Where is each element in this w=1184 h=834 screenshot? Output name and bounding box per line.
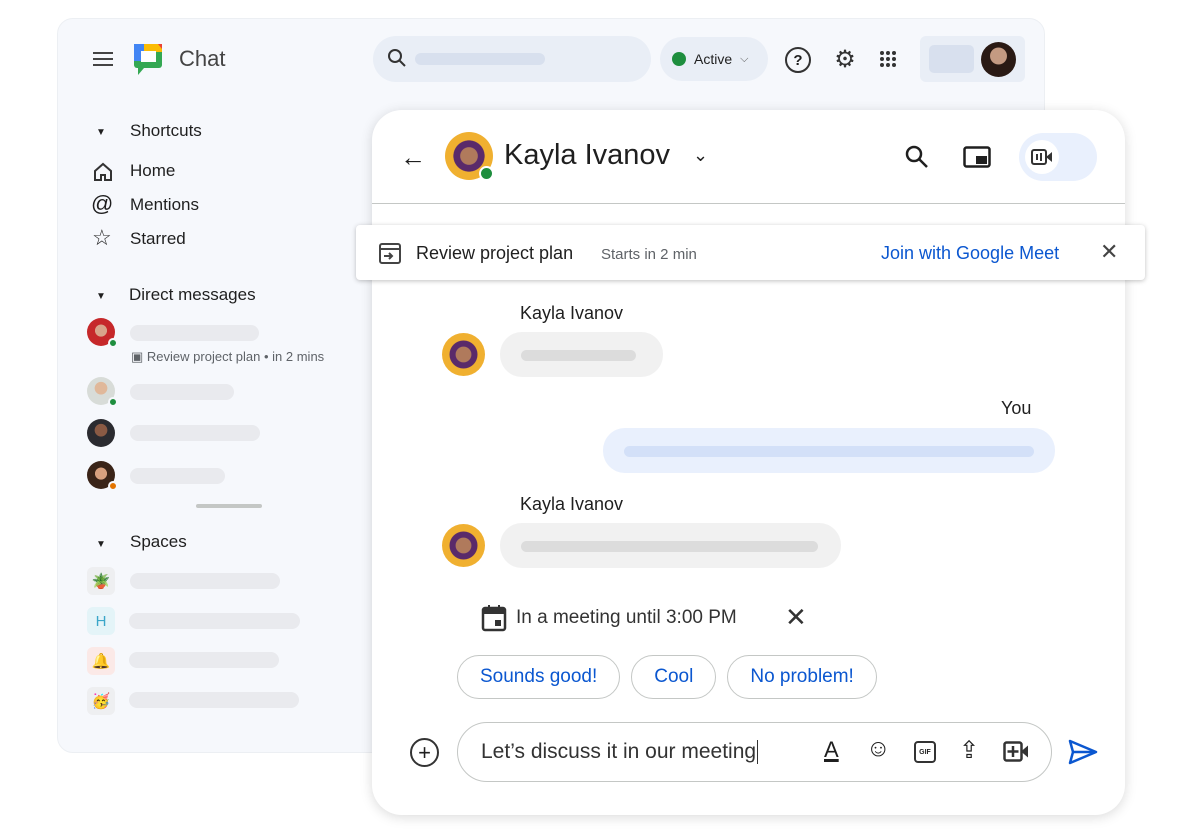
chevron-down-icon[interactable]: ⌄ — [693, 145, 708, 166]
header-divider — [372, 203, 1125, 204]
caret-down-icon[interactable]: ▼ — [96, 127, 106, 138]
space-icon[interactable]: 🥳 — [87, 687, 115, 715]
account-area[interactable] — [920, 36, 1025, 82]
avatar — [442, 524, 485, 567]
resize-handle[interactable] — [196, 504, 262, 508]
dm-meeting-preview: ▣ Review project plan • in 2 mins — [131, 349, 325, 364]
at-icon: @ — [91, 191, 114, 216]
avatar — [442, 333, 485, 376]
chat-logo-icon — [134, 44, 164, 81]
banner-subtitle: Starts in 2 min — [601, 246, 697, 263]
dm-meeting-time: in 2 mins — [272, 349, 325, 364]
message-sender: You — [1001, 398, 1032, 418]
video-call-icon — [1025, 140, 1059, 174]
space-name-placeholder — [129, 613, 300, 629]
menu-icon[interactable] — [90, 47, 116, 71]
add-plus-icon[interactable]: + — [410, 738, 439, 767]
app-title: Chat — [179, 46, 226, 71]
close-icon[interactable]: ✕ — [1100, 239, 1118, 265]
close-icon[interactable]: ✕ — [785, 602, 807, 633]
emoji-icon[interactable]: ☺ — [866, 735, 891, 763]
space-icon[interactable]: H — [87, 607, 115, 635]
online-badge — [108, 397, 118, 407]
sidebar-item-label: Mentions — [130, 195, 199, 214]
space-name-placeholder — [130, 573, 280, 589]
dm-meeting-title: Review project plan — [146, 349, 261, 364]
dm-name-placeholder — [130, 384, 234, 400]
meeting-banner: Review project plan Starts in 2 min Join… — [356, 225, 1145, 280]
calendar-icon — [481, 604, 507, 637]
message-placeholder — [521, 350, 636, 361]
sidebar-item-label: Home — [130, 161, 176, 180]
chevron-down-icon: ⌵ — [740, 52, 749, 65]
dm-item[interactable] — [87, 318, 118, 348]
calendar-join-icon — [378, 241, 402, 270]
dm-item[interactable] — [87, 419, 115, 447]
star-icon: ☆ — [92, 225, 112, 250]
send-icon[interactable] — [1068, 739, 1098, 770]
dm-item[interactable] — [87, 461, 118, 491]
help-icon[interactable]: ? — [785, 47, 811, 73]
message-sender: Kayla Ivanov — [520, 494, 624, 514]
settings-gear-icon[interactable]: ⚙ — [832, 45, 858, 73]
message-bubble — [500, 332, 663, 377]
smart-reply-chip[interactable]: Sounds good! — [457, 655, 621, 699]
contact-name[interactable]: Kayla Ivanov — [504, 139, 670, 172]
contact-avatar — [445, 132, 494, 181]
meeting-status: In a meeting until 3:00 PM — [516, 607, 737, 628]
gif-icon[interactable]: GIF — [914, 741, 936, 763]
away-badge — [108, 481, 118, 491]
banner-title: Review project plan — [416, 243, 574, 263]
space-icon[interactable]: 🪴 — [87, 567, 115, 595]
smart-replies: Sounds good! Cool No problem! — [457, 655, 877, 699]
status-label: Active — [694, 51, 733, 67]
space-name-placeholder — [129, 652, 279, 668]
shortcuts-header[interactable]: Shortcuts — [130, 121, 202, 141]
search-bar[interactable] — [373, 36, 651, 82]
status-button[interactable]: Active ⌵ — [660, 37, 768, 81]
join-meet-link[interactable]: Join with Google Meet — [881, 243, 1059, 264]
calendar-icon: ▣ — [131, 349, 144, 364]
dm-name-placeholder — [130, 425, 260, 441]
compose-input[interactable]: Let’s discuss it in our meeting A ☺ GIF … — [457, 722, 1052, 782]
caret-down-icon[interactable]: ▼ — [96, 539, 106, 550]
message-bubble — [500, 523, 841, 568]
upload-icon[interactable]: ⇪ — [959, 736, 979, 765]
add-video-meeting-icon[interactable] — [1003, 741, 1029, 768]
home-icon — [94, 162, 112, 181]
compose-text: Let’s discuss it in our meeting — [481, 740, 759, 764]
search-placeholder — [415, 53, 545, 65]
message-placeholder — [521, 541, 818, 552]
active-dot-icon — [672, 52, 686, 66]
spaces-header[interactable]: Spaces — [130, 532, 187, 552]
avatar — [87, 419, 115, 447]
caret-down-icon[interactable]: ▼ — [96, 291, 106, 302]
search-icon — [387, 48, 407, 73]
message-placeholder — [624, 446, 1034, 457]
message-sender: Kayla Ivanov — [520, 303, 624, 323]
back-arrow-icon[interactable]: ← — [400, 142, 426, 173]
message-bubble-own — [603, 428, 1055, 473]
sidebar-item-label: Starred — [130, 229, 186, 248]
online-badge — [108, 338, 118, 348]
space-name-placeholder — [129, 692, 299, 708]
dm-item[interactable] — [87, 377, 118, 407]
dm-name-placeholder — [130, 325, 259, 341]
user-avatar[interactable] — [981, 42, 1016, 77]
org-logo-placeholder — [929, 45, 974, 73]
space-icon[interactable]: 🔔 — [87, 647, 115, 675]
picture-in-picture-icon[interactable] — [963, 146, 991, 173]
format-text-icon[interactable]: A — [824, 737, 839, 763]
dm-name-placeholder — [130, 468, 225, 484]
meet-call-button[interactable] — [1019, 133, 1097, 181]
direct-messages-header[interactable]: Direct messages — [129, 285, 256, 305]
apps-grid-icon[interactable] — [880, 51, 896, 72]
smart-reply-chip[interactable]: Cool — [631, 655, 717, 699]
smart-reply-chip[interactable]: No problem! — [727, 655, 877, 699]
online-badge — [479, 166, 494, 181]
search-icon[interactable] — [905, 145, 929, 174]
